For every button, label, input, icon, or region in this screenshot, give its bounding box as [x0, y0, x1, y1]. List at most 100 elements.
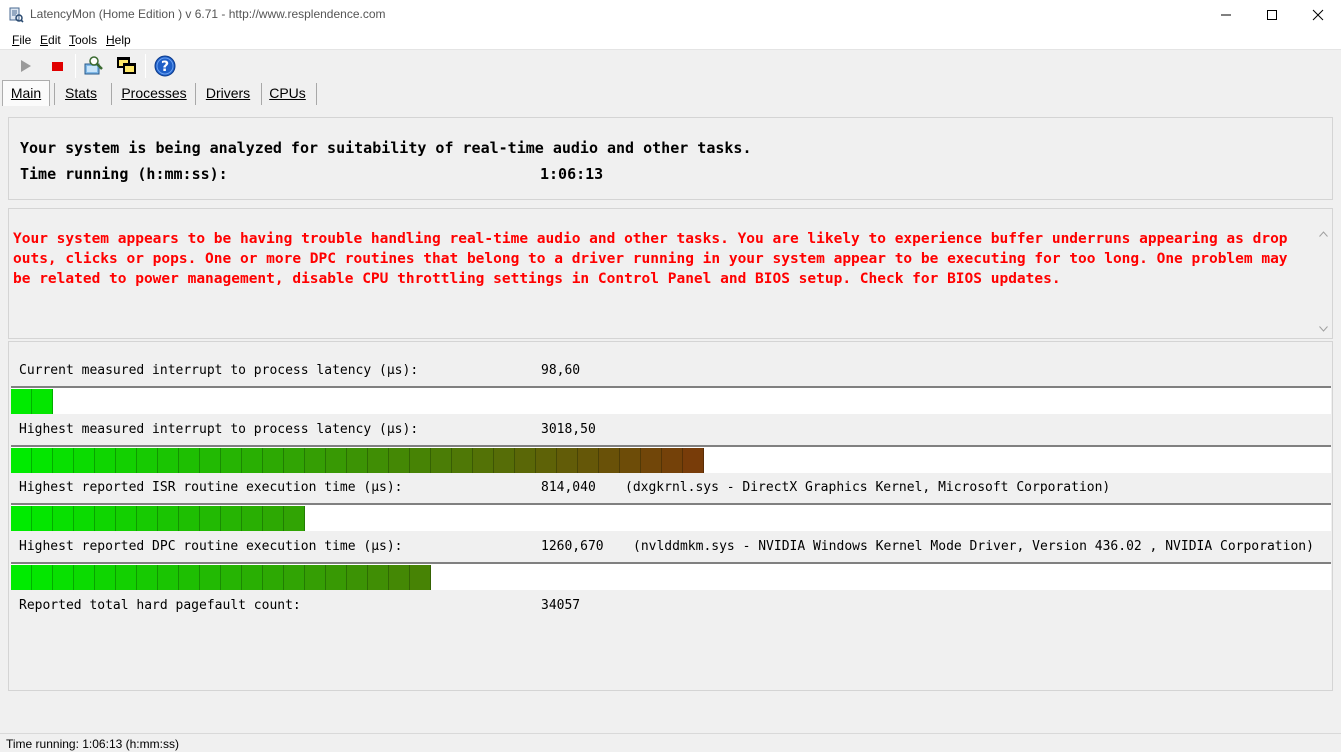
tab-separator [54, 83, 55, 105]
current-latency-value: 98,60 [541, 363, 581, 378]
help-icon: ? [154, 55, 176, 77]
bar-segment [158, 565, 179, 590]
bar-segment [95, 565, 116, 590]
bar-segment [389, 448, 410, 473]
dpc-time-bar [11, 562, 1331, 590]
close-icon [1312, 9, 1324, 21]
analysis-status-text: Your system is being analyzed for suitab… [20, 139, 752, 157]
bar-segment [389, 565, 410, 590]
bar-segment [263, 506, 284, 531]
help-button[interactable]: ? [153, 54, 177, 78]
current-latency-bar [11, 386, 1331, 414]
tab-strip: Main Stats Processes Drivers CPUs [0, 80, 1341, 106]
bar-segment [473, 448, 494, 473]
tab-separator [111, 83, 112, 105]
bar-segment [641, 448, 662, 473]
bar-segment [32, 389, 53, 414]
bar-segment [11, 389, 32, 414]
highest-latency-label: Highest measured interrupt to process la… [19, 422, 419, 437]
windows-button[interactable] [114, 54, 138, 78]
app-icon [9, 7, 24, 23]
bar-segment [11, 565, 32, 590]
scroll-down-icon [1319, 326, 1328, 332]
bar-segment [410, 448, 431, 473]
tab-drivers[interactable]: Drivers [199, 81, 257, 105]
maximize-button[interactable] [1249, 0, 1295, 30]
play-icon [21, 60, 31, 72]
isr-time-value: 814,040 [541, 480, 596, 495]
bar-segment [116, 565, 137, 590]
windows-icon [117, 57, 136, 74]
warning-message: Your system appears to be having trouble… [13, 231, 1288, 287]
title-bar[interactable]: LatencyMon (Home Edition ) v 6.71 - http… [0, 0, 1341, 30]
current-latency-label: Current measured interrupt to process la… [19, 363, 419, 378]
time-running-value: 1:06:13 [540, 165, 604, 183]
bar-segment [221, 506, 242, 531]
bar-segment [11, 506, 32, 531]
bar-segment [347, 448, 368, 473]
menu-file[interactable]: File [12, 33, 31, 47]
close-button[interactable] [1295, 0, 1341, 30]
bar-segment [11, 448, 32, 473]
bar-segment [116, 448, 137, 473]
tab-separator [195, 83, 196, 105]
bar-segment [137, 506, 158, 531]
bar-segment [32, 506, 53, 531]
tab-main[interactable]: Main [2, 80, 50, 106]
tab-cpus[interactable]: CPUs [265, 81, 310, 105]
menu-help[interactable]: Help [106, 33, 131, 47]
bar-segment [305, 448, 326, 473]
menu-tools[interactable]: Tools [69, 33, 97, 47]
bar-segment [326, 565, 347, 590]
minimize-button[interactable] [1203, 0, 1249, 30]
bar-segment [158, 506, 179, 531]
tab-separator [316, 83, 317, 105]
bar-segment [305, 565, 326, 590]
highest-latency-value: 3018,50 [541, 422, 596, 437]
bar-segment [242, 448, 263, 473]
bar-segment [683, 448, 704, 473]
dpc-driver-info: (nvlddmkm.sys - NVIDIA Windows Kernel Mo… [633, 539, 1314, 554]
bar-segment [221, 448, 242, 473]
time-running-label: Time running (h:mm:ss): [20, 165, 228, 183]
tab-stats[interactable]: Stats [58, 81, 104, 105]
dpc-time-value: 1260,670 [541, 539, 604, 554]
warning-scrollbar[interactable] [1315, 225, 1332, 338]
isr-time-bar [11, 503, 1331, 531]
bar-segment [662, 448, 683, 473]
warning-panel: Your system appears to be having trouble… [8, 208, 1333, 339]
bar-segment [74, 448, 95, 473]
bar-segment [116, 506, 137, 531]
bar-segment [599, 448, 620, 473]
highest-latency-bar [11, 445, 1331, 473]
bar-segment [368, 565, 389, 590]
bar-segment [515, 448, 536, 473]
bar-segment [284, 506, 305, 531]
isr-driver-info: (dxgkrnl.sys - DirectX Graphics Kernel, … [625, 480, 1111, 495]
status-text: Time running: 1:06:13 (h:mm:ss) [6, 737, 179, 751]
stop-button[interactable] [45, 54, 69, 78]
maximize-icon [1267, 10, 1277, 20]
bar-segment [494, 448, 515, 473]
svg-text:?: ? [161, 59, 169, 75]
bar-segment [179, 565, 200, 590]
toolbar: ? [0, 51, 1341, 80]
bar-segment [242, 565, 263, 590]
menu-bar: File Edit Tools Help [0, 30, 1341, 50]
bar-segment [74, 506, 95, 531]
bar-segment [431, 448, 452, 473]
menu-edit[interactable]: Edit [40, 33, 61, 47]
bar-segment [137, 448, 158, 473]
tab-separator [261, 83, 262, 105]
analyze-button[interactable] [82, 54, 106, 78]
bar-segment [410, 565, 431, 590]
bar-segment [536, 448, 557, 473]
bar-segment [557, 448, 578, 473]
bar-segment [32, 448, 53, 473]
bar-segment [284, 565, 305, 590]
minimize-icon [1221, 14, 1231, 16]
isr-time-label: Highest reported ISR routine execution t… [19, 480, 403, 495]
bar-segment [578, 448, 599, 473]
start-button[interactable] [14, 54, 38, 78]
tab-processes[interactable]: Processes [116, 81, 192, 105]
